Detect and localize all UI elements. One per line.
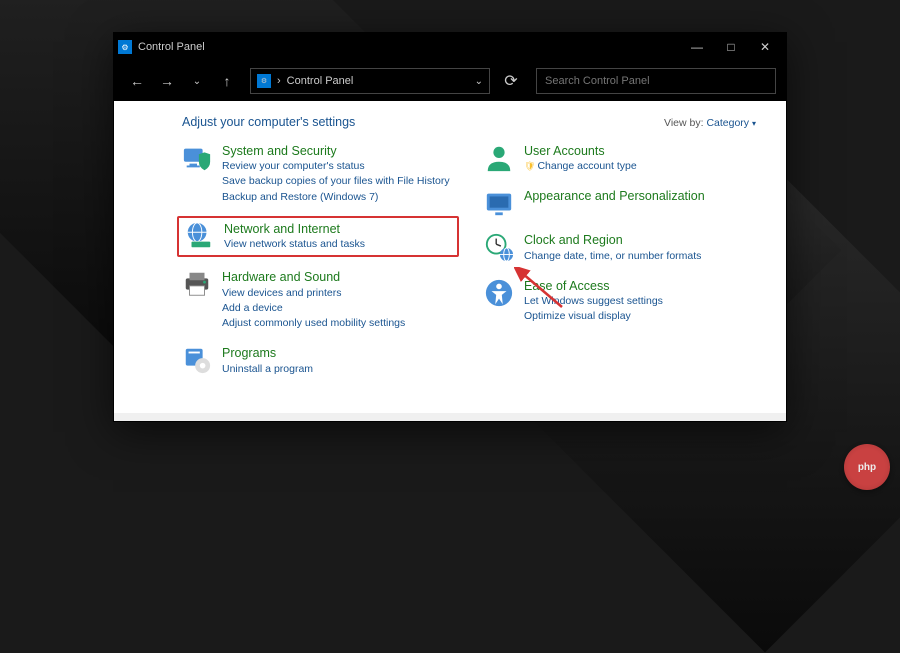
forward-button[interactable]: → [154, 68, 180, 94]
minimize-button[interactable]: — [680, 33, 714, 61]
category-item: Network and InternetView network status … [184, 221, 452, 252]
viewby-label: View by: [664, 117, 704, 129]
category-link[interactable]: Adjust commonly used mobility settings [222, 316, 454, 331]
back-button[interactable]: ← [124, 68, 150, 94]
titlebar[interactable]: ⚙ Control Panel — □ ✕ [114, 33, 786, 61]
category-link[interactable]: Review your computer's status [222, 159, 454, 174]
address-icon: ⚙ [257, 74, 271, 88]
watermark-logo: php [844, 444, 890, 490]
category-link[interactable]: View network status and tasks [224, 237, 452, 252]
shield-pc-icon [182, 143, 212, 173]
close-button[interactable]: ✕ [748, 33, 782, 61]
address-dropdown[interactable]: ⌄ [475, 76, 483, 87]
category-column-right: User Accounts🛡Change account type Appeara… [484, 143, 756, 391]
viewby-dropdown[interactable]: Category ▾ [706, 117, 756, 129]
search-input[interactable] [536, 68, 776, 94]
category-item: Clock and RegionChange date, time, or nu… [484, 232, 756, 263]
category-title[interactable]: System and Security [222, 143, 454, 159]
category-link[interactable]: Backup and Restore (Windows 7) [222, 190, 454, 205]
shield-icon: 🛡 [524, 161, 535, 171]
highlight-annotation: Network and InternetView network status … [177, 216, 459, 257]
category-title[interactable]: Ease of Access [524, 278, 756, 294]
refresh-button[interactable]: ⟳ [498, 68, 524, 94]
clock-region-icon [484, 232, 514, 262]
category-link[interactable]: Add a device [222, 301, 454, 316]
category-title[interactable]: Network and Internet [224, 221, 452, 237]
category-item: Appearance and Personalization [484, 188, 756, 218]
category-link[interactable]: Let Windows suggest settings [524, 294, 756, 309]
category-column-left: System and SecurityReview your computer'… [182, 143, 454, 391]
address-sep: › [277, 75, 281, 87]
up-button[interactable]: ↑ [214, 68, 240, 94]
ease-access-icon [484, 278, 514, 308]
category-title[interactable]: Programs [222, 345, 454, 361]
maximize-button[interactable]: □ [714, 33, 748, 61]
category-title[interactable]: Hardware and Sound [222, 269, 454, 285]
category-link[interactable]: View devices and printers [222, 286, 454, 301]
category-item: User Accounts🛡Change account type [484, 143, 756, 174]
category-title[interactable]: Appearance and Personalization [524, 188, 756, 204]
user-icon [484, 143, 514, 173]
address-text: Control Panel [287, 75, 354, 87]
category-item: ProgramsUninstall a program [182, 345, 454, 376]
category-item: System and SecurityReview your computer'… [182, 143, 454, 205]
category-link[interactable]: 🛡Change account type [524, 159, 756, 174]
address-bar[interactable]: ⚙ › Control Panel ⌄ [250, 68, 490, 94]
printer-icon [182, 269, 212, 299]
navbar: ← → ⌄ ↑ ⚙ › Control Panel ⌄ ⟳ [114, 61, 786, 101]
personalization-icon [484, 188, 514, 218]
page-heading: Adjust your computer's settings [182, 115, 664, 129]
category-title[interactable]: Clock and Region [524, 232, 756, 248]
category-link[interactable]: Save backup copies of your files with Fi… [222, 174, 454, 189]
content-area: Adjust your computer's settings View by:… [114, 101, 786, 421]
window-title: Control Panel [138, 41, 680, 53]
app-icon: ⚙ [118, 40, 132, 54]
viewby-control: View by: Category ▾ [664, 117, 756, 129]
programs-icon [182, 345, 212, 375]
category-link[interactable]: Optimize visual display [524, 309, 756, 324]
control-panel-window: ⚙ Control Panel — □ ✕ ← → ⌄ ↑ ⚙ › Contro… [113, 32, 787, 422]
globe-network-icon [184, 221, 214, 251]
category-title[interactable]: User Accounts [524, 143, 756, 159]
category-link[interactable]: Change date, time, or number formats [524, 249, 756, 264]
category-link[interactable]: Uninstall a program [222, 362, 454, 377]
category-item: Hardware and SoundView devices and print… [182, 269, 454, 331]
category-item: Ease of AccessLet Windows suggest settin… [484, 278, 756, 325]
recent-locations-button[interactable]: ⌄ [184, 68, 210, 94]
